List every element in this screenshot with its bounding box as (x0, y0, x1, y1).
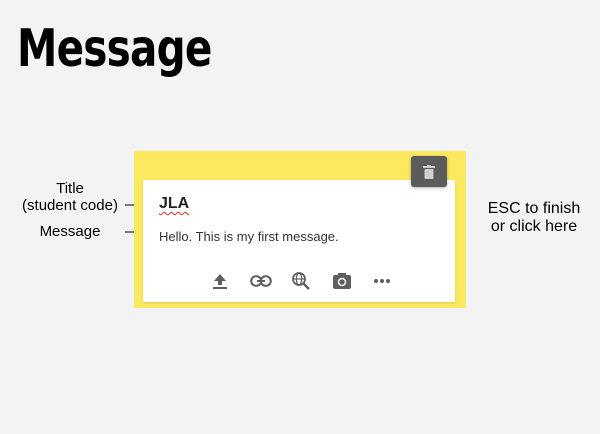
upload-button[interactable] (209, 270, 231, 292)
annotation-title-line1: Title (56, 180, 84, 197)
esc-hint[interactable]: ESC to finish or click here (478, 200, 590, 236)
post-title[interactable]: JLA (159, 195, 189, 213)
page-title: Message (17, 19, 212, 79)
more-button[interactable] (371, 270, 393, 292)
link-icon (249, 275, 272, 287)
annotation-title-line2: (student code) (22, 197, 118, 214)
esc-hint-line2: or click here (490, 218, 578, 235)
more-icon (374, 279, 390, 283)
annotation-message: Message (39, 223, 101, 240)
link-button[interactable] (249, 270, 272, 292)
camera-icon (332, 273, 351, 289)
post-toolbar (209, 270, 393, 292)
trash-icon (423, 164, 435, 179)
search-web-icon (292, 272, 310, 290)
camera-button[interactable] (331, 270, 353, 292)
esc-hint-line1: ESC to finish (487, 200, 581, 217)
post-body[interactable]: Hello. This is my first message. (159, 229, 339, 244)
annotation-title: Title (student code) (14, 180, 126, 214)
upload-icon (213, 274, 227, 289)
delete-button[interactable] (411, 156, 447, 187)
search-web-button[interactable] (290, 270, 312, 292)
